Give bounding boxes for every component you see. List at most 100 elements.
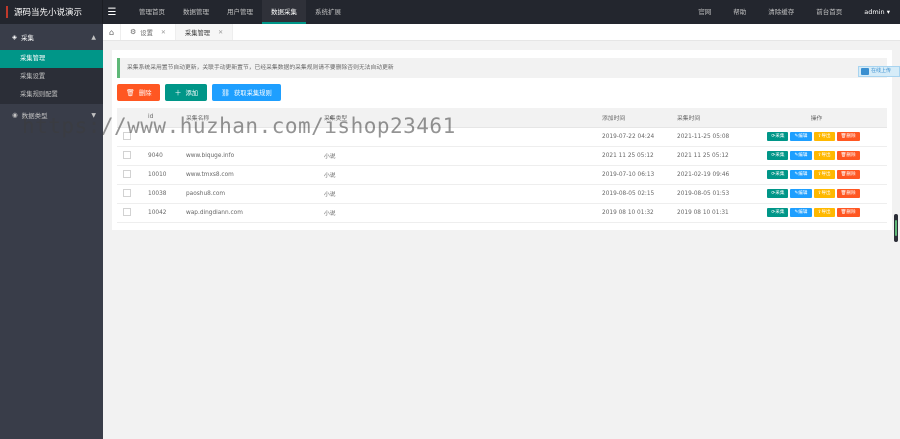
row-collect-label: 采集 — [775, 134, 785, 139]
link-frontend[interactable]: 前台首页 — [816, 0, 842, 24]
link-help[interactable]: 帮助 — [733, 0, 746, 24]
row-export-button[interactable]: ⇪导出 — [813, 132, 835, 141]
cell-id: 10042 — [142, 203, 180, 223]
row-export-label: 导出 — [821, 172, 831, 177]
collect-icon: ◈ — [12, 33, 17, 41]
delete-label: 删除 — [138, 90, 152, 97]
sidebar-group-collect[interactable]: ◈ 采集 ▲ — [0, 24, 103, 50]
row-edit-button[interactable]: ✎编辑 — [790, 208, 812, 217]
cell-name: www.biquge.info — [180, 146, 318, 166]
top-nav: 管理首页 数据管理 用户管理 数据采集 系统扩展 — [130, 0, 350, 24]
cell-id: 10010 — [142, 165, 180, 185]
upload-badge[interactable]: 在线上传 — [858, 66, 900, 77]
row-checkbox[interactable] — [123, 207, 131, 216]
row-export-label: 导出 — [821, 153, 831, 158]
link-icon: ⛓ — [221, 88, 230, 97]
nav-item-collect[interactable]: 数据采集 — [262, 0, 306, 24]
sidebar-submenu: 采集管理 采集设置 采集规则配置 — [0, 50, 103, 104]
tab-settings[interactable]: ⚙ 设置 ✕ — [121, 24, 176, 40]
col-added: 添加时间 — [596, 108, 671, 128]
row-collect-button[interactable]: ⟳采集 — [767, 151, 789, 160]
row-export-button[interactable]: ⇪导出 — [813, 208, 835, 217]
main-panel: 采集系统采用置节自动更新，关联手动更新置节，已经采集数据的采集规则请不要删除否则… — [112, 50, 892, 230]
sidebar: ◈ 采集 ▲ 采集管理 采集设置 采集规则配置 ◉ 数据类型 ▼ — [0, 24, 103, 439]
row-collect-button[interactable]: ⟳采集 — [767, 208, 789, 217]
row-export-button[interactable]: ⇪导出 — [813, 170, 835, 179]
sidebar-item-collect-settings[interactable]: 采集设置 — [0, 68, 103, 86]
cell-collected: 2021-02-19 09:46 — [671, 165, 740, 185]
sidebar-group-label: 采集 — [21, 34, 34, 42]
tab-bar: ⌂ ⚙ 设置 ✕ 采集管理 ✕ — [103, 24, 900, 41]
scrollbar-thumb[interactable] — [895, 220, 897, 236]
user-menu[interactable]: admin ▾ — [864, 0, 890, 24]
table-row: 9040 www.biquge.info 小说 2021 11 25 05:12 202… — [117, 146, 887, 166]
cell-ops: ⟳采集 ✎编辑 ⇪导出 🗑删除 — [740, 184, 887, 204]
home-icon[interactable]: ⌂ — [103, 24, 121, 40]
watermark: https://www.huzhan.com/ishop23461 — [22, 114, 456, 138]
row-edit-button[interactable]: ✎编辑 — [790, 132, 812, 141]
col-ops: 操作 — [740, 108, 887, 128]
cell-added: 2019 08 10 01:32 — [596, 203, 671, 223]
add-button[interactable]: ＋添加 — [165, 84, 208, 101]
row-edit-label: 编辑 — [798, 153, 808, 158]
row-checkbox-cell — [117, 146, 142, 166]
close-icon[interactable]: ✕ — [218, 29, 223, 36]
row-edit-button[interactable]: ✎编辑 — [790, 170, 812, 179]
cell-collected: 2019 08 10 01:31 — [671, 203, 740, 223]
cell-added: 2019-07-10 06:13 — [596, 165, 671, 185]
plus-icon: ＋ — [174, 88, 182, 97]
app-logo[interactable]: 源码当先小说演示 — [0, 0, 103, 24]
row-collect-button[interactable]: ⟳采集 — [767, 189, 789, 198]
cell-type: 小说 — [318, 165, 596, 185]
tab-label: 设置 — [140, 29, 153, 37]
trash-icon: 🗑 — [126, 88, 135, 97]
row-delete-button[interactable]: 🗑删除 — [836, 132, 860, 141]
cell-collected: 2019-08-05 01:53 — [671, 184, 740, 204]
sidebar-item-collect-manage[interactable]: 采集管理 — [0, 50, 103, 68]
row-delete-button[interactable]: 🗑删除 — [836, 170, 860, 179]
row-checkbox[interactable] — [123, 150, 131, 159]
delete-button[interactable]: 🗑 删除 — [117, 84, 161, 101]
cell-collected: 2021-11-25 05:08 — [671, 127, 740, 147]
row-edit-button[interactable]: ✎编辑 — [790, 189, 812, 198]
row-checkbox[interactable] — [123, 169, 131, 178]
row-checkbox[interactable] — [123, 188, 131, 197]
row-checkbox-cell — [117, 165, 142, 185]
nav-item-home[interactable]: 管理首页 — [130, 0, 174, 24]
row-collect-label: 采集 — [775, 191, 785, 196]
cell-type: 小说 — [318, 184, 596, 204]
tab-collect[interactable]: 采集管理 ✕ — [175, 24, 234, 40]
row-collect-button[interactable]: ⟳采集 — [767, 170, 789, 179]
nav-item-extend[interactable]: 系统扩展 — [306, 0, 350, 24]
nav-item-data[interactable]: 数据管理 — [174, 0, 218, 24]
link-clear-cache[interactable]: 清除缓存 — [768, 0, 794, 24]
row-export-button[interactable]: ⇪导出 — [813, 151, 835, 160]
close-icon[interactable]: ✕ — [161, 29, 166, 36]
row-delete-button[interactable]: 🗑删除 — [836, 151, 860, 160]
cell-added: 2021 11 25 05:12 — [596, 146, 671, 166]
row-delete-button[interactable]: 🗑删除 — [836, 189, 860, 198]
cell-name: www.tmxs8.com — [180, 165, 318, 185]
cell-id: 9040 — [142, 146, 180, 166]
sidebar-item-collect-rules[interactable]: 采集规则配置 — [0, 86, 103, 104]
col-collected: 采集时间 — [671, 108, 740, 128]
menu-toggle-icon[interactable]: ☰ — [104, 0, 120, 24]
row-edit-button[interactable]: ✎编辑 — [790, 151, 812, 160]
row-checkbox-cell — [117, 184, 142, 204]
row-export-button[interactable]: ⇪导出 — [813, 189, 835, 198]
add-label: 添加 — [185, 90, 199, 97]
fetch-rules-button[interactable]: ⛓ 获取采集规则 — [212, 84, 281, 101]
action-toolbar: 🗑 删除 ＋添加 ⛓ 获取采集规则 — [117, 84, 286, 101]
caret-up-icon: ▲ — [91, 33, 96, 41]
row-delete-label: 删除 — [846, 210, 856, 215]
row-delete-label: 删除 — [846, 172, 856, 177]
row-delete-label: 删除 — [846, 153, 856, 158]
row-collect-button[interactable]: ⟳采集 — [767, 132, 789, 141]
cell-added: 2019-07-22 04:24 — [596, 127, 671, 147]
nav-item-users[interactable]: 用户管理 — [218, 0, 262, 24]
gear-icon: ⚙ — [130, 28, 137, 36]
row-edit-label: 编辑 — [798, 191, 808, 196]
row-delete-button[interactable]: 🗑删除 — [836, 208, 860, 217]
link-official[interactable]: 官网 — [698, 0, 711, 24]
row-delete-label: 删除 — [846, 191, 856, 196]
